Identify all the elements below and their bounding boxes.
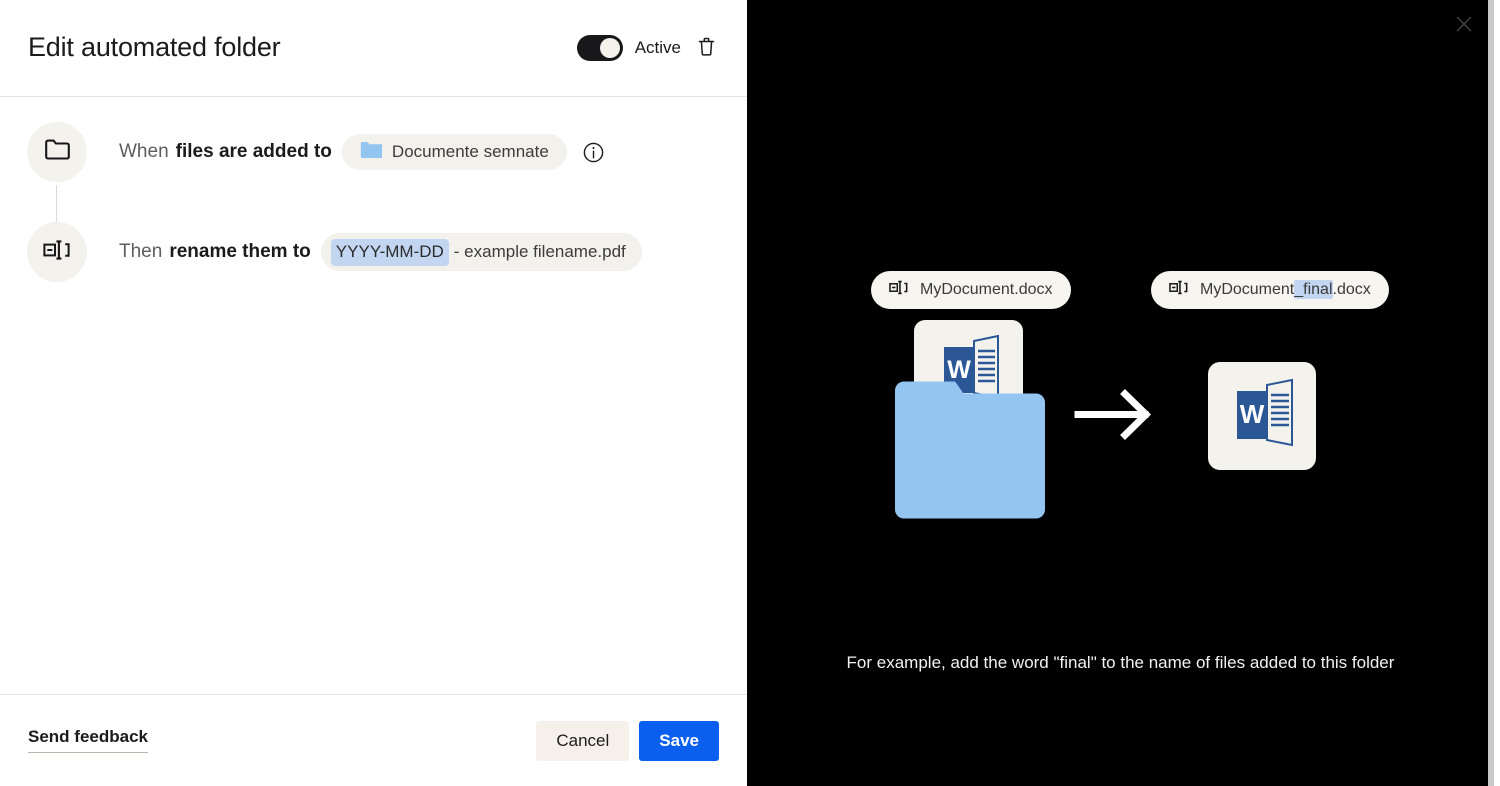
dialog-header: Edit automated folder Active (0, 0, 747, 97)
rule-text-action: Then rename them to YYYY-MM-DD - example… (119, 233, 642, 271)
rule-prefix: Then (119, 241, 163, 262)
folder-icon (44, 138, 71, 166)
header-controls: Active (576, 35, 719, 61)
folder-chip[interactable]: Documente semnate (341, 134, 567, 170)
word-document-icon: W (1208, 362, 1316, 470)
rule-action-label: rename them to (169, 241, 311, 262)
automation-dialog: Edit automated folder Active When files … (0, 0, 1500, 786)
toggle-knob (599, 38, 620, 58)
settings-panel: Edit automated folder Active When files … (0, 0, 747, 786)
folder-illustration (895, 381, 1045, 519)
rule-row-trigger: When files are added to Documente semnat… (0, 121, 747, 183)
trash-icon (697, 36, 716, 60)
rule-row-action: Then rename them to YYYY-MM-DD - example… (0, 221, 747, 283)
svg-text:W: W (1240, 399, 1265, 429)
folder-chip-label: Documente semnate (391, 142, 549, 161)
send-feedback-link[interactable]: Send feedback (28, 727, 148, 753)
rename-pattern-chip[interactable]: YYYY-MM-DD - example filename.pdf (320, 233, 642, 271)
info-icon[interactable] (583, 142, 604, 163)
svg-text:W: W (947, 356, 971, 384)
save-button[interactable]: Save (639, 720, 719, 761)
cancel-button[interactable]: Cancel (536, 720, 630, 761)
dialog-footer: Send feedback Cancel Save (0, 694, 747, 786)
step-icon-folder (27, 122, 87, 182)
step-icon-rename (27, 222, 87, 282)
footer-actions: Cancel Save (536, 720, 719, 761)
delete-button[interactable] (693, 35, 719, 61)
rename-pattern-tail: - example filename.pdf (453, 242, 626, 261)
rename-icon (42, 238, 72, 267)
arrow-right-icon (1074, 389, 1152, 440)
preview-caption: For example, add the word "final" to the… (846, 653, 1395, 672)
date-token[interactable]: YYYY-MM-DD (330, 238, 449, 266)
rule-prefix: When (119, 141, 169, 162)
page-title: Edit automated folder (28, 32, 281, 63)
background-sliver (1488, 0, 1494, 786)
preview-panel: MyDocument.docx MyDocument_final.docx W … (747, 0, 1494, 786)
rule-text-trigger: When files are added to Documente semnat… (119, 134, 604, 170)
active-toggle-label: Active (634, 38, 681, 57)
active-toggle[interactable] (576, 35, 623, 61)
folder-icon (360, 141, 383, 164)
rules-body: When files are added to Documente semnat… (0, 97, 747, 694)
rule-condition-label: files are added to (175, 141, 332, 162)
